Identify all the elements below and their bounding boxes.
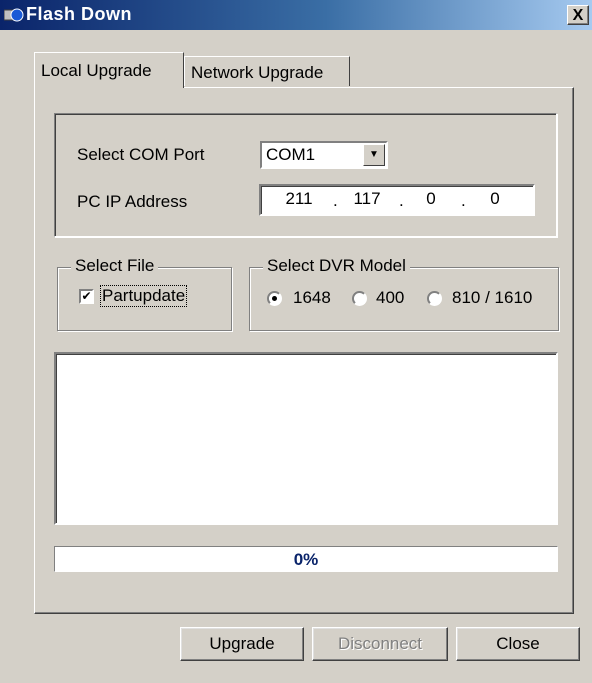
partupdate-label[interactable]: Partupdate (99, 285, 188, 307)
partupdate-checkbox[interactable]: ✔ (79, 289, 94, 304)
progress-text: 0% (293, 550, 319, 569)
com-port-select[interactable]: COM1 ▼ (260, 141, 388, 169)
com-port-label: Select COM Port (77, 145, 205, 164)
select-file-legend: Select File (71, 256, 159, 276)
dvr-model-legend: Select DVR Model (263, 256, 410, 276)
pc-ip-input[interactable]: 211 . 117 . 0 . 0 (259, 184, 535, 216)
window-title: Flash Down (26, 4, 133, 24)
com-port-value: COM1 (266, 145, 316, 164)
ip-octet-4[interactable]: 0 (470, 189, 520, 209)
radio-400-label[interactable]: 400 (376, 288, 404, 308)
close-button[interactable]: Close (456, 627, 580, 661)
close-window-button[interactable]: X (567, 5, 589, 25)
ip-octet-1[interactable]: 211 (274, 189, 324, 209)
connection-settings-box (54, 113, 557, 237)
app-icon (4, 8, 24, 22)
chevron-down-icon[interactable]: ▼ (363, 144, 385, 166)
ip-separator: . (399, 191, 404, 210)
radio-1648-label[interactable]: 1648 (293, 288, 331, 308)
ip-octet-3[interactable]: 0 (406, 189, 456, 209)
disconnect-button[interactable]: Disconnect (312, 627, 448, 661)
pc-ip-label: PC IP Address (77, 192, 188, 211)
radio-400[interactable] (352, 291, 367, 306)
radio-1648[interactable] (267, 291, 282, 306)
ip-octet-2[interactable]: 117 (342, 189, 392, 209)
ip-separator: . (461, 191, 466, 210)
ip-separator: . (333, 191, 338, 210)
progress-bar: 0% (54, 546, 558, 572)
tab-local-upgrade[interactable]: Local Upgrade (34, 52, 184, 88)
upgrade-button[interactable]: Upgrade (180, 627, 304, 661)
log-output[interactable] (54, 352, 558, 525)
radio-810-1610[interactable] (427, 291, 442, 306)
tab-network-upgrade[interactable]: Network Upgrade (184, 56, 350, 86)
radio-810-1610-label[interactable]: 810 / 1610 (452, 288, 532, 308)
